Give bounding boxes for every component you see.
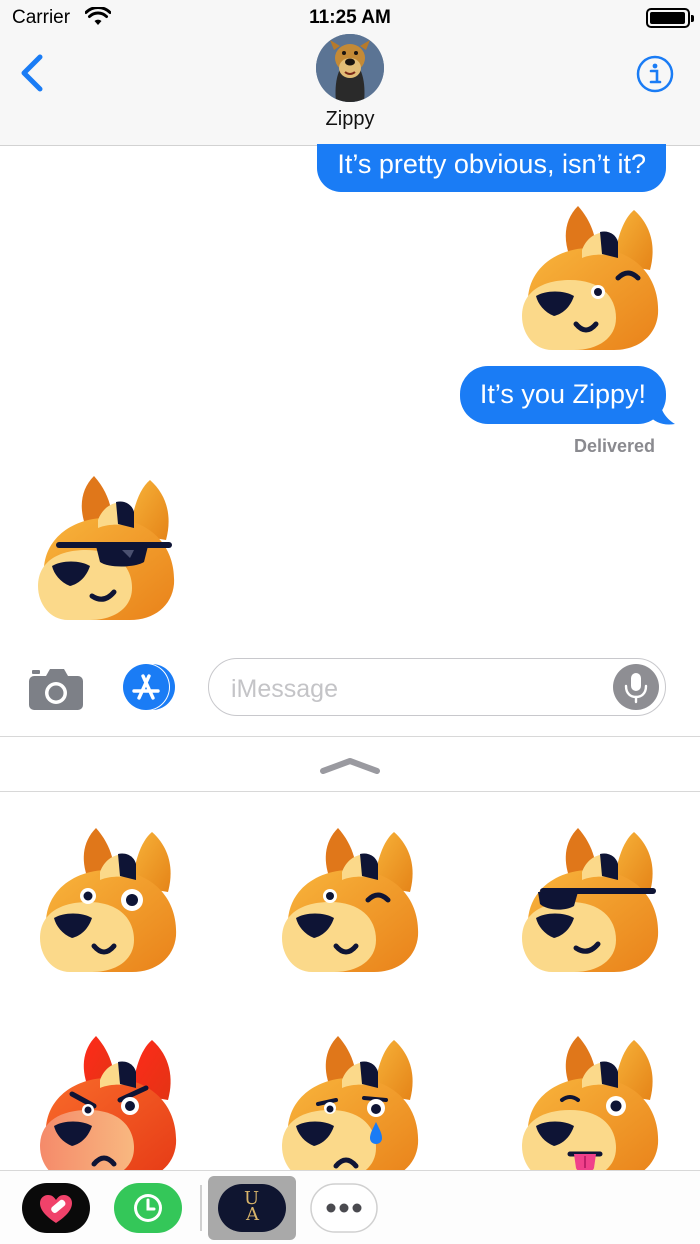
chevron-up-icon[interactable]: [319, 755, 381, 777]
crying-dog-sticker[interactable]: [282, 1036, 422, 1170]
contact-name[interactable]: Zippy: [0, 108, 700, 131]
angry-dog-sticker[interactable]: [40, 1036, 180, 1170]
winking-dog-sticker[interactable]: [522, 206, 662, 357]
sticker-grid: [0, 792, 700, 1170]
back-chevron-icon[interactable]: [18, 53, 48, 93]
imessage-input[interactable]: iMessage: [208, 658, 666, 716]
contact-avatar[interactable]: [316, 34, 384, 102]
outgoing-message-bubble[interactable]: It’s pretty obvious, isn’t it?: [317, 144, 666, 192]
tray-divider: [200, 1185, 202, 1231]
status-bar: Carrier 11:25 AM: [0, 0, 700, 36]
info-icon[interactable]: [636, 55, 674, 93]
more-apps-icon[interactable]: [310, 1181, 378, 1235]
status-time: 11:25 AM: [309, 7, 391, 28]
ua-sticker-app-selected[interactable]: U A: [208, 1176, 296, 1240]
compose-bar: iMessage: [0, 648, 700, 736]
happy-dog-sticker[interactable]: [40, 828, 180, 979]
heart-bandage-app-icon[interactable]: [22, 1181, 90, 1235]
app-drawer-tray: U A: [0, 1170, 700, 1244]
clock-app-icon[interactable]: [114, 1181, 182, 1235]
sunglasses-dog-sticker[interactable]: [522, 828, 662, 979]
sticker-drawer-handle[interactable]: [0, 736, 700, 792]
winking-dog-sticker[interactable]: [282, 828, 422, 979]
microphone-icon[interactable]: [613, 664, 659, 710]
camera-icon[interactable]: [28, 666, 84, 712]
imessage-placeholder: iMessage: [231, 675, 338, 703]
app-store-icon[interactable]: [118, 663, 180, 711]
delivered-status: Delivered: [573, 436, 655, 456]
conversation-header: Carrier 11:25 AM Zippy: [0, 0, 700, 146]
bubble-tail-icon: [649, 400, 675, 425]
tongue-out-dog-sticker[interactable]: [522, 1036, 662, 1170]
messages-app: Carrier 11:25 AM Zippy It’s pretty obvio…: [0, 0, 700, 1244]
battery-icon: [646, 8, 694, 28]
ua-monogram-bottom: A: [246, 1204, 259, 1225]
sunglasses-dog-sticker[interactable]: [38, 476, 178, 627]
outgoing-message-bubble[interactable]: It’s you Zippy!: [459, 366, 666, 424]
